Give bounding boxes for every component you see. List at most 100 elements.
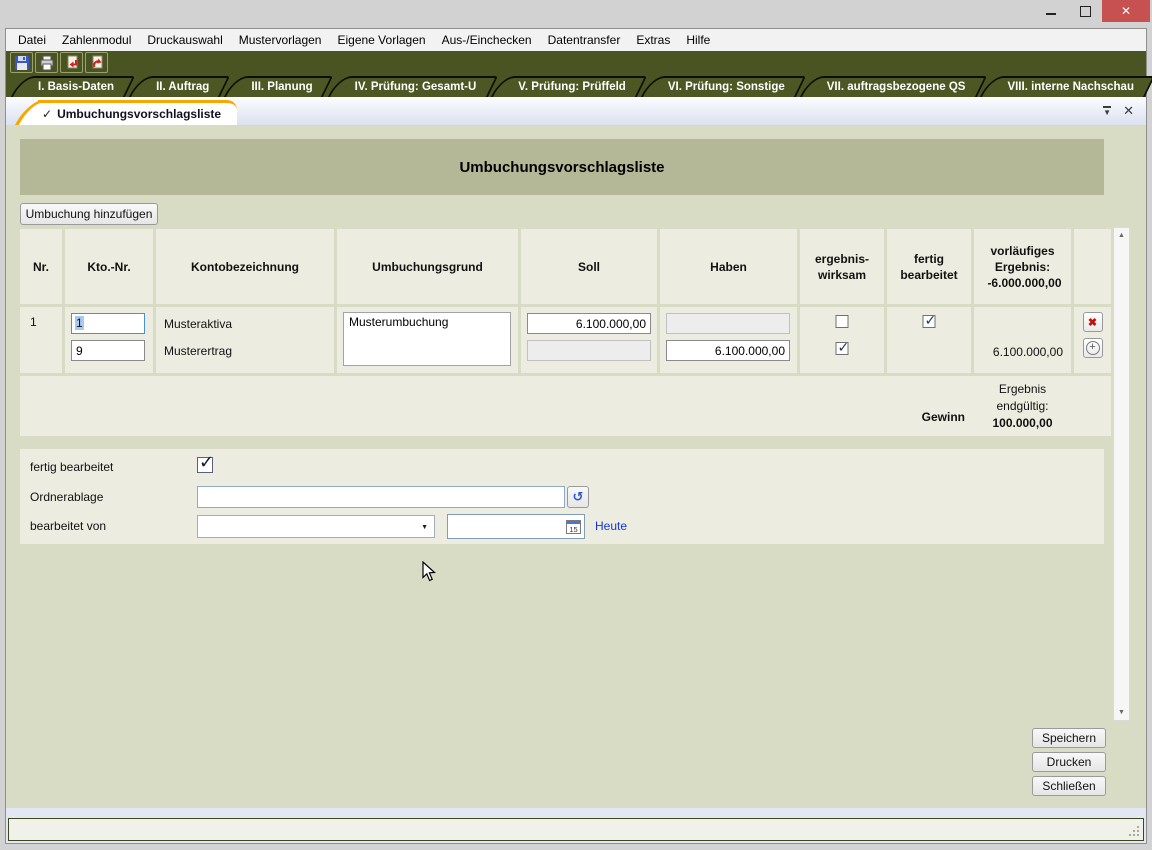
- ordnerablage-input[interactable]: [197, 486, 565, 508]
- add-row-button[interactable]: [1083, 338, 1103, 358]
- tab-basis-daten[interactable]: I. Basis-Daten: [16, 76, 130, 97]
- umbuchung-table: Nr. Kto.-Nr. Kontobezeichnung Umbuchungs…: [20, 229, 1111, 436]
- tab-umbuchungsvorschlagsliste[interactable]: ✓ Umbuchungsvorschlagsliste: [38, 100, 237, 125]
- tab-auftragsbezogene-qs[interactable]: VII. auftragsbezogene QS: [805, 76, 982, 97]
- col-header-ergebniswirksam: ergebnis-wirksam: [800, 229, 884, 304]
- tab-checkmark-icon: ✓: [42, 107, 52, 121]
- cell-umbuchungsgrund: Musterumbuchung: [337, 307, 518, 373]
- cell-kontobezeichnung: Musteraktiva Musterertrag: [156, 307, 334, 373]
- close-icon: [1121, 4, 1131, 18]
- vorlaeufig-row-value: 6.100.000,00: [993, 345, 1063, 359]
- kto-nr-haben-input[interactable]: [71, 340, 145, 361]
- sub-tab-label: Umbuchungsvorschlagsliste: [57, 107, 221, 121]
- mouse-cursor: [422, 561, 436, 582]
- menu-aus-einchecken[interactable]: Aus-/Einchecken: [434, 33, 540, 47]
- ergebniswirksam-soll-checkbox[interactable]: [836, 315, 849, 328]
- check-in-toolbar-button[interactable]: [85, 52, 108, 73]
- check-out-toolbar-button[interactable]: [60, 52, 83, 73]
- scroll-up-icon[interactable]: ▲: [1114, 232, 1129, 239]
- save-icon: [14, 55, 30, 71]
- fertig-bearbeitet-row-checkbox[interactable]: [923, 315, 936, 328]
- ergebnis-label-line1: Ergebnis: [999, 382, 1046, 396]
- main-tab-bar: I. Basis-Daten II. Auftrag III. Planung …: [6, 74, 1146, 97]
- kto-nr-soll-input[interactable]: 1: [71, 313, 145, 334]
- tab-pruefung-gesamt[interactable]: IV. Prüfung: Gesamt-U: [333, 76, 493, 97]
- drucken-button[interactable]: Drucken: [1032, 752, 1106, 772]
- status-bar: [8, 818, 1144, 841]
- sub-tab-bar: ✓ Umbuchungsvorschlagsliste: [6, 97, 1146, 125]
- menu-datentransfer[interactable]: Datentransfer: [540, 33, 629, 47]
- vertical-scrollbar[interactable]: ▲ ▼: [1113, 227, 1130, 721]
- check-in-icon: [89, 55, 105, 71]
- menu-druckauswahl[interactable]: Druckauswahl: [139, 33, 230, 47]
- menu-mustervorlagen[interactable]: Mustervorlagen: [231, 33, 330, 47]
- cell-ergebniswirksam: [800, 307, 884, 373]
- scroll-down-icon[interactable]: ▼: [1114, 709, 1129, 716]
- vorlaeufig-label: vorläufiges Ergebnis:: [978, 243, 1067, 275]
- datum-input[interactable]: 15: [447, 514, 585, 539]
- detail-form: fertig bearbeitet Ordnerablage bearbeite…: [20, 449, 1104, 544]
- cell-actions: [1074, 307, 1111, 373]
- close-panel-icon[interactable]: [1123, 103, 1134, 119]
- save-toolbar-button[interactable]: [10, 52, 33, 73]
- check-out-icon: [64, 55, 80, 71]
- menu-extras[interactable]: Extras: [628, 33, 678, 47]
- tab-planung[interactable]: III. Planung: [229, 76, 328, 97]
- menu-zahlenmodul[interactable]: Zahlenmodul: [54, 33, 139, 47]
- bearbeitet-von-label: bearbeitet von: [30, 519, 106, 533]
- tab-pruefung-prueffeld[interactable]: V. Prüfung: Prüffeld: [496, 76, 642, 97]
- title-bar: [0, 0, 1152, 28]
- undo-button[interactable]: [567, 486, 589, 508]
- fertig-bearbeitet-checkbox[interactable]: [197, 457, 213, 473]
- col-header-kto-nr: Kto.-Nr.: [65, 229, 153, 304]
- gewinn-label: Gewinn: [922, 410, 965, 424]
- menu-hilfe[interactable]: Hilfe: [678, 33, 718, 47]
- menu-eigene-vorlagen[interactable]: Eigene Vorlagen: [329, 33, 433, 47]
- bearbeitet-von-dropdown[interactable]: [197, 515, 435, 538]
- soll-betrag-input[interactable]: [527, 313, 651, 334]
- schliessen-button[interactable]: Schließen: [1032, 776, 1106, 796]
- menu-datei[interactable]: Datei: [10, 33, 54, 47]
- cell-haben: [660, 307, 797, 373]
- toolbar: [6, 51, 1146, 74]
- minimize-button[interactable]: [1034, 0, 1068, 22]
- col-header-soll: Soll: [521, 229, 657, 304]
- col-header-kontobezeichnung: Kontobezeichnung: [156, 229, 334, 304]
- close-button[interactable]: [1102, 0, 1150, 22]
- vorlaeufig-value: -6.000.000,00: [984, 275, 1062, 291]
- row-number: 1: [30, 315, 37, 329]
- calendar-icon[interactable]: 15: [566, 520, 581, 534]
- delete-row-button[interactable]: [1083, 312, 1103, 332]
- tab-auftrag[interactable]: II. Auftrag: [134, 76, 225, 97]
- page-title: Umbuchungsvorschlagsliste: [20, 139, 1104, 195]
- speichern-button[interactable]: Speichern: [1032, 728, 1106, 748]
- app-window: Datei Zahlenmodul Druckauswahl Mustervor…: [0, 0, 1152, 850]
- ergebniswirksam-haben-checkbox[interactable]: [836, 342, 849, 355]
- content-area: Umbuchungsvorschlagsliste Umbuchung hinz…: [6, 125, 1146, 808]
- tab-pruefung-sonstige[interactable]: VI. Prüfung: Sonstige: [646, 76, 801, 97]
- haben-betrag-disabled-input: [666, 313, 790, 334]
- menu-bar: Datei Zahlenmodul Druckauswahl Mustervor…: [6, 29, 1146, 51]
- col-header-umbuchungsgrund: Umbuchungsgrund: [337, 229, 518, 304]
- add-umbuchung-button[interactable]: Umbuchung hinzufügen: [20, 203, 158, 225]
- konto-haben-name: Musterertrag: [164, 344, 232, 358]
- maximize-button[interactable]: [1068, 0, 1102, 22]
- ergebnis-endgueltig: Ergebnis endgültig: 100.000,00: [974, 381, 1071, 432]
- soll-betrag-disabled-input: [527, 340, 651, 361]
- col-header-actions: [1074, 229, 1111, 304]
- col-header-nr: Nr.: [20, 229, 62, 304]
- heute-link[interactable]: Heute: [595, 519, 627, 533]
- umbuchungsgrund-textarea[interactable]: Musterumbuchung: [343, 312, 511, 366]
- calendar-day: 15: [567, 525, 580, 534]
- ordnerablage-label: Ordnerablage: [30, 490, 103, 504]
- maximize-icon: [1080, 6, 1091, 17]
- tab-interne-nachschau[interactable]: VIII. interne Nachschau: [985, 76, 1150, 97]
- haben-betrag-input[interactable]: [666, 340, 790, 361]
- print-icon: [39, 55, 55, 71]
- print-toolbar-button[interactable]: [35, 52, 58, 73]
- ergebnis-label-line2: endgültig:: [996, 399, 1048, 413]
- action-buttons: Speichern Drucken Schließen: [1032, 728, 1106, 796]
- cell-fertig-bearbeitet: [887, 307, 971, 373]
- collapse-panel-icon[interactable]: [1103, 106, 1111, 117]
- cell-kto-nr: 1: [65, 307, 153, 373]
